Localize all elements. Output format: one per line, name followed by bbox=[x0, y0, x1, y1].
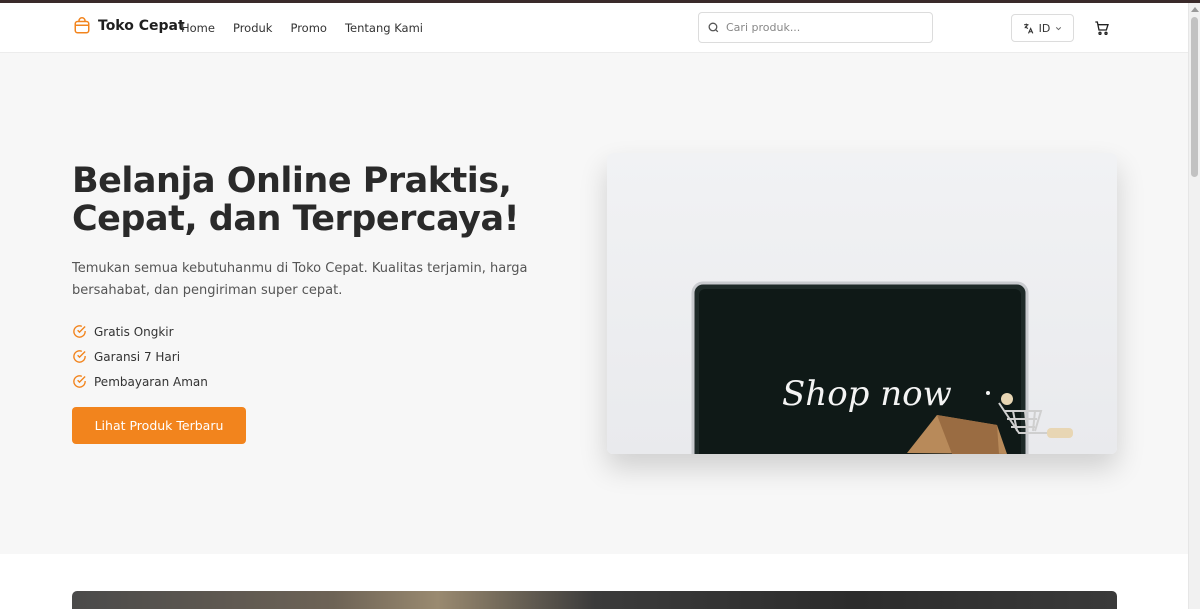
view-latest-products-button[interactable]: Lihat Produk Terbaru bbox=[72, 407, 246, 444]
check-circle-icon bbox=[73, 375, 86, 388]
brand-name: Toko Cepat bbox=[98, 18, 185, 34]
feature-label: Gratis Ongkir bbox=[94, 324, 174, 339]
nav-promo[interactable]: Promo bbox=[290, 21, 326, 35]
scroll-up-arrow[interactable] bbox=[1191, 7, 1199, 12]
check-circle-icon bbox=[73, 325, 86, 338]
site-header: Toko Cepat Home Produk Promo Tentang Kam… bbox=[0, 3, 1188, 53]
feature-label: Garansi 7 Hari bbox=[94, 349, 181, 364]
brand-logo[interactable]: Toko Cepat bbox=[73, 17, 185, 35]
shopping-bag-icon bbox=[74, 17, 90, 34]
nav-tentang-kami[interactable]: Tentang Kami bbox=[345, 21, 423, 35]
feature-label: Pembayaran Aman bbox=[94, 374, 208, 389]
language-code: ID bbox=[1038, 21, 1051, 35]
search-icon bbox=[708, 22, 719, 33]
search-input[interactable] bbox=[726, 21, 916, 34]
language-selector[interactable]: ID bbox=[1011, 14, 1074, 42]
hero-image: Shop now bbox=[607, 153, 1117, 454]
feature-item: Garansi 7 Hari bbox=[72, 344, 208, 369]
hero-subtitle: Temukan semua kebutuhanmu di Toko Cepat.… bbox=[72, 261, 528, 298]
search-box[interactable] bbox=[698, 12, 933, 43]
check-circle-icon bbox=[73, 350, 86, 363]
feature-item: Pembayaran Aman bbox=[72, 369, 208, 394]
shop-now-text: Shop now bbox=[782, 374, 952, 414]
scroll-thumb[interactable] bbox=[1191, 17, 1198, 177]
shop-now-illustration: Shop now bbox=[691, 281, 1073, 454]
chevron-down-icon bbox=[1056, 26, 1062, 30]
cart-icon[interactable] bbox=[1094, 20, 1110, 36]
nav-produk[interactable]: Produk bbox=[233, 21, 273, 35]
translate-icon bbox=[1023, 23, 1033, 34]
feature-list: Gratis Ongkir Garansi 7 Hari Pembayaran … bbox=[72, 319, 208, 394]
feature-item: Gratis Ongkir bbox=[72, 319, 208, 344]
hero-title: Belanja Online Praktis, Cepat, dan Terpe… bbox=[72, 161, 520, 239]
featured-banner bbox=[72, 591, 1117, 609]
nav-home[interactable]: Home bbox=[181, 21, 215, 35]
main-nav: Home Produk Promo Tentang Kami bbox=[181, 21, 423, 35]
featured-banner-section bbox=[0, 554, 1188, 609]
hero-section: Belanja Online Praktis, Cepat, dan Terpe… bbox=[0, 53, 1188, 554]
scrollbar[interactable] bbox=[1188, 3, 1200, 609]
